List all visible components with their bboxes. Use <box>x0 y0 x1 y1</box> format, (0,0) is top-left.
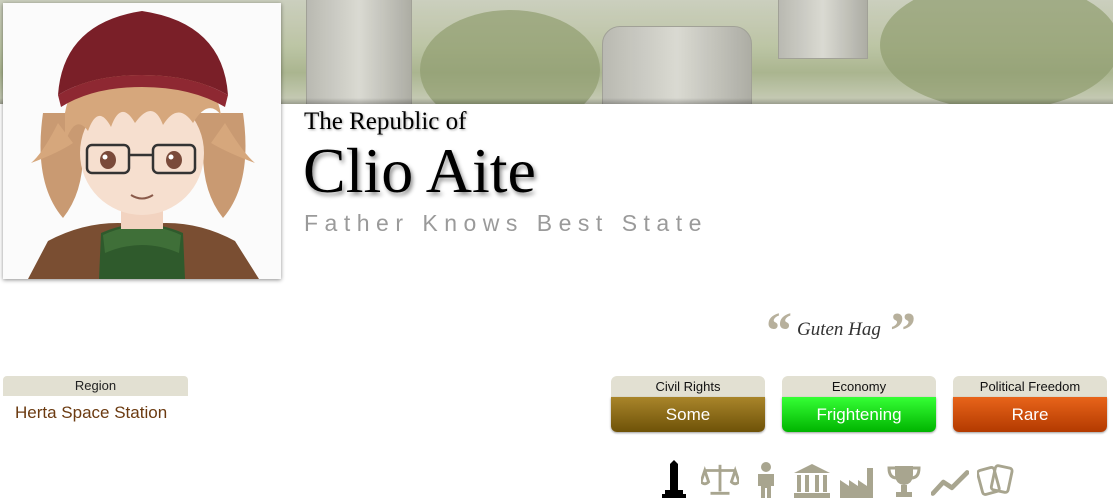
stat-value: Some <box>611 397 765 432</box>
cards-icon[interactable] <box>977 458 1015 498</box>
banner-foliage <box>420 10 600 104</box>
flag-portrait-image <box>3 3 281 279</box>
open-quote-icon: “ <box>766 303 792 360</box>
nation-name: Clio Aite <box>303 135 536 206</box>
government-icon[interactable] <box>701 458 739 498</box>
stat-civil-rights[interactable]: Civil Rights Some <box>611 376 765 434</box>
nation-pretitle: The Republic of <box>304 108 467 135</box>
nation-classification: Father Knows Best State <box>304 210 708 236</box>
banner-gravestone <box>602 26 752 104</box>
stat-label: Civil Rights <box>611 376 765 397</box>
trend-icon[interactable] <box>931 458 969 498</box>
banner-gravestone <box>778 0 868 59</box>
rank-icon[interactable] <box>793 458 831 498</box>
trophy-icon[interactable] <box>885 458 923 498</box>
stat-value: Frightening <box>782 397 936 432</box>
region-link[interactable]: Herta Space Station <box>15 403 167 423</box>
stat-economy[interactable]: Economy Frightening <box>782 376 936 434</box>
nation-flag[interactable] <box>3 3 281 279</box>
overview-icon[interactable] <box>655 458 693 498</box>
stat-label: Economy <box>782 376 936 397</box>
economy-icon[interactable] <box>839 458 877 498</box>
stat-political-freedom[interactable]: Political Freedom Rare <box>953 376 1107 434</box>
people-icon[interactable] <box>747 458 785 498</box>
stat-value: Rare <box>953 397 1107 432</box>
nation-tabs <box>655 458 1015 498</box>
banner-gravestone <box>306 0 412 104</box>
banner-foliage <box>880 0 1113 104</box>
region-label: Region <box>3 376 188 396</box>
close-quote-icon: ” <box>890 303 916 360</box>
motto-text: Guten Hag <box>797 319 881 340</box>
stat-label: Political Freedom <box>953 376 1107 397</box>
